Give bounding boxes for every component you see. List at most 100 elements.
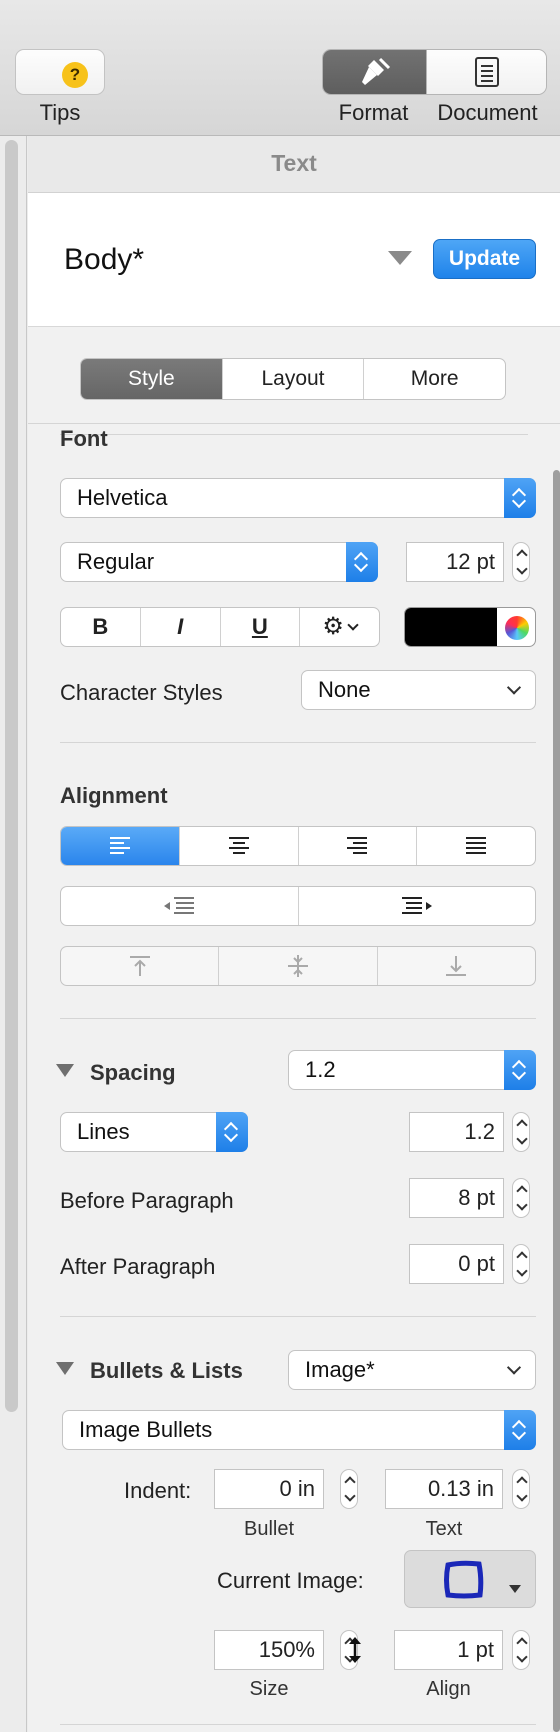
text-indent-field[interactable]: 0.13 in [385,1469,503,1509]
paragraph-style-name[interactable]: Body* [64,243,144,277]
vertical-alignment-control [60,946,536,986]
sidebar [0,136,27,1732]
align-middle-icon [287,955,308,977]
document-button[interactable] [426,50,546,94]
vertical-align-arrows-icon [349,1637,361,1663]
spacing-preset-popup[interactable]: 1.2 [288,1050,536,1090]
font-family-popup[interactable]: Helvetica [60,478,536,518]
increase-indent-button[interactable] [297,887,536,925]
align-left-icon [109,837,130,854]
before-paragraph-label: Before Paragraph [60,1188,234,1213]
align-top-button[interactable] [61,947,218,985]
spacing-mode-popup[interactable]: Lines [60,1112,248,1152]
bullet-size-field[interactable]: 150% [214,1630,324,1670]
disclosure-triangle-icon[interactable] [56,1362,74,1375]
before-paragraph-field[interactable]: 8 pt [409,1178,504,1218]
divider [60,434,528,435]
font-size-field[interactable]: 12 pt [406,542,504,582]
inspector-mode-control [322,49,547,95]
tab-more[interactable]: More [363,359,505,399]
text-color-well[interactable] [404,607,536,647]
paintbrush-icon [361,57,390,85]
justify-button[interactable] [416,827,535,865]
image-menu-arrow-icon [509,1585,521,1593]
align-sublabel: Align [426,1678,471,1700]
bullet-indent-field[interactable]: 0 in [214,1469,324,1509]
bullet-type-popup[interactable]: Image Bullets [62,1410,536,1450]
align-center-button[interactable] [178,827,298,865]
inspector-scrollbar[interactable] [553,470,560,1732]
horizontal-alignment-control [60,826,536,866]
style-dropdown-icon[interactable] [388,251,412,265]
spacing-section-label: Spacing [90,1060,176,1085]
chevron-down-icon [506,1360,522,1375]
format-button[interactable] [323,50,426,94]
divider [60,742,536,743]
bullets-preset-value: Image* [305,1357,375,1382]
tips-label: Tips [39,100,81,125]
decrease-indent-button[interactable] [61,887,298,925]
text-indent-sublabel: Text [425,1518,463,1540]
style-layout-more-tabs: Style Layout More [80,358,506,400]
panel-title: Text [271,150,317,176]
chevron-down-icon [506,680,522,695]
italic-button[interactable]: I [139,608,220,646]
align-center-icon [228,837,249,854]
after-paragraph-field[interactable]: 0 pt [409,1244,504,1284]
bold-button[interactable]: B [61,608,140,646]
increase-indent-icon [401,897,432,914]
align-right-button[interactable] [297,827,417,865]
font-family-value: Helvetica [77,485,168,510]
square-bullet-image-icon [444,1560,484,1599]
tips-button[interactable]: ? [15,49,105,95]
indent-label: Indent: [124,1478,192,1503]
popup-arrows-icon [504,1410,536,1450]
bullets-preset-popup[interactable]: Image* [288,1350,536,1390]
tab-layout[interactable]: Layout [221,359,364,399]
color-swatch [405,608,497,646]
text-indent-stepper[interactable] [512,1469,530,1509]
sidebar-scrollbar[interactable] [5,140,18,1412]
bullet-align-field[interactable]: 1 pt [394,1630,503,1670]
current-image-well[interactable] [404,1550,536,1608]
help-icon: ? [62,62,88,88]
line-spacing-field[interactable]: 1.2 [409,1112,504,1152]
bullet-align-stepper[interactable] [512,1630,530,1670]
popup-arrows-icon [216,1112,248,1152]
gear-icon: ⚙ [322,613,344,640]
panel-title-bar: Text [28,136,560,193]
chevron-down-icon [347,619,359,631]
bullet-indent-stepper[interactable] [340,1469,358,1509]
format-label: Format [338,100,409,125]
tab-bar: Style Layout More [28,327,560,424]
alignment-section-label: Alignment [60,783,168,808]
font-size-stepper[interactable] [512,542,530,582]
indent-control [60,886,536,926]
character-style-popup[interactable]: None [301,670,536,710]
after-paragraph-stepper[interactable] [512,1244,530,1284]
font-section-label: Font [60,426,108,451]
text-options-button[interactable]: ⚙ [299,608,379,646]
typeface-popup[interactable]: Regular [60,542,378,582]
character-styles-label: Character Styles [60,680,223,705]
after-paragraph-label: After Paragraph [60,1254,216,1279]
divider [60,1316,536,1317]
color-wheel-icon[interactable] [505,616,529,640]
align-bottom-button[interactable] [376,947,535,985]
spacing-preset-value: 1.2 [305,1057,336,1082]
align-left-button[interactable] [61,827,179,865]
spacing-mode-value: Lines [77,1119,130,1144]
before-paragraph-stepper[interactable] [512,1178,530,1218]
decrease-indent-icon [164,897,195,914]
align-middle-button[interactable] [218,947,376,985]
line-spacing-stepper[interactable] [512,1112,530,1152]
update-button[interactable]: Update [433,239,536,279]
divider [60,1724,536,1725]
bullets-section-label: Bullets & Lists [90,1358,243,1383]
underline-button[interactable]: U [219,608,300,646]
tab-style[interactable]: Style [81,359,222,399]
align-right-icon [347,837,368,854]
bullet-type-value: Image Bullets [79,1417,213,1442]
disclosure-triangle-icon[interactable] [56,1064,74,1077]
style-tab-content: Font Helvetica Regular 12 pt B I U ⚙ Cha… [28,424,560,1732]
